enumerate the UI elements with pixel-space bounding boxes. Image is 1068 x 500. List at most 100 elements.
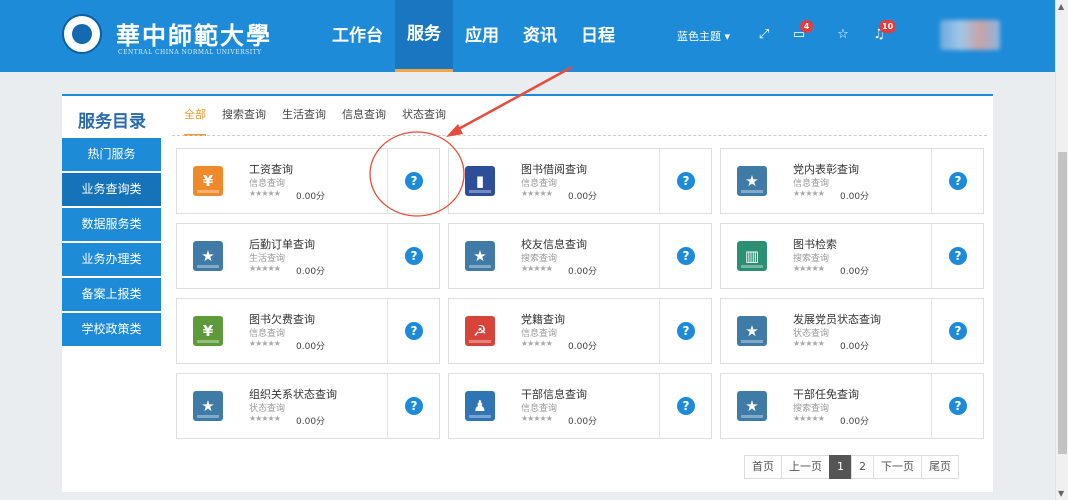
rating-score: 0.00分 bbox=[840, 192, 870, 202]
service-name[interactable]: 干部信息查询 bbox=[521, 386, 587, 402]
tab-all[interactable]: 全部 bbox=[184, 96, 206, 136]
help-icon[interactable]: ? bbox=[949, 172, 967, 190]
sidebar-item-school-policy[interactable]: 学校政策类 bbox=[62, 313, 161, 346]
last-page-button[interactable]: 尾页 bbox=[921, 455, 959, 479]
card-divider bbox=[387, 299, 388, 363]
service-name[interactable]: 发展党员状态查询 bbox=[793, 311, 881, 327]
service-card[interactable]: ★ 校友信息查询 搜索查询 ★★★★★ 0.00分? bbox=[448, 223, 712, 289]
card-divider bbox=[387, 149, 388, 213]
page-1-button[interactable]: 1 bbox=[829, 455, 852, 479]
service-name[interactable]: 党籍查询 bbox=[521, 311, 565, 327]
help-icon[interactable]: ? bbox=[405, 397, 423, 415]
sidebar-item-data-services[interactable]: 数据服务类 bbox=[62, 208, 161, 241]
party-icon: ☭ bbox=[465, 316, 495, 346]
card-divider bbox=[387, 374, 388, 438]
rating-stars-icon: ★★★★★ bbox=[521, 339, 553, 348]
help-icon[interactable]: ? bbox=[405, 322, 423, 340]
service-name[interactable]: 工资查询 bbox=[249, 161, 293, 177]
pagination: 首页 上一页 1 2 下一页 尾页 bbox=[744, 455, 959, 479]
service-name[interactable]: 图书借阅查询 bbox=[521, 161, 587, 177]
tab-status-query[interactable]: 状态查询 bbox=[402, 96, 446, 136]
top-nav: 工作台 服务 应用 资讯 日程 bbox=[320, 0, 627, 72]
service-card[interactable]: ★ 党内表彰查询 信息查询 ★★★★★ 0.00分? bbox=[720, 148, 984, 214]
sidebar-item-business-query[interactable]: 业务查询类 bbox=[62, 173, 161, 206]
page-2-button[interactable]: 2 bbox=[851, 455, 874, 479]
brand-name-cn: 華中師範大學 bbox=[116, 21, 272, 50]
help-icon[interactable]: ? bbox=[405, 172, 423, 190]
help-icon[interactable]: ? bbox=[949, 322, 967, 340]
nav-workbench[interactable]: 工作台 bbox=[320, 0, 395, 72]
service-name[interactable]: 党内表彰查询 bbox=[793, 161, 859, 177]
fullscreen-icon[interactable]: ⤢ bbox=[755, 26, 773, 44]
card-divider bbox=[931, 374, 932, 438]
service-card[interactable]: ★ 发展党员状态查询 状态查询 ★★★★★ 0.00分? bbox=[720, 298, 984, 364]
tab-info-query[interactable]: 信息查询 bbox=[342, 96, 386, 136]
next-page-button[interactable]: 下一页 bbox=[873, 455, 922, 479]
award-icon: ★ bbox=[193, 241, 223, 271]
avatar[interactable] bbox=[940, 20, 1000, 50]
award-icon: ★ bbox=[193, 391, 223, 421]
tabs-divider bbox=[172, 135, 987, 136]
scroll-down-icon[interactable]: ▼ bbox=[1058, 489, 1064, 498]
service-card[interactable]: ▥ 图书检索 搜索查询 ★★★★★ 0.00分? bbox=[720, 223, 984, 289]
rating-score: 0.00分 bbox=[568, 417, 598, 427]
nav-services[interactable]: 服务 bbox=[395, 0, 453, 72]
scroll-up-icon[interactable]: ▲ bbox=[1058, 2, 1064, 11]
service-category: 状态查询 bbox=[793, 329, 830, 339]
prev-page-button[interactable]: 上一页 bbox=[781, 455, 830, 479]
open-book-icon: ▥ bbox=[737, 241, 767, 271]
service-name[interactable]: 校友信息查询 bbox=[521, 236, 587, 252]
tab-life-query[interactable]: 生活查询 bbox=[282, 96, 326, 136]
sidebar-item-filing-report[interactable]: 备案上报类 bbox=[62, 278, 161, 311]
service-card[interactable]: ★ 后勤订单查询 生活查询 ★★★★★ 0.00分? bbox=[176, 223, 440, 289]
tab-search-query[interactable]: 搜索查询 bbox=[222, 96, 266, 136]
service-card[interactable]: ♟ 干部信息查询 信息查询 ★★★★★ 0.00分? bbox=[448, 373, 712, 439]
university-logo-icon[interactable] bbox=[62, 14, 102, 54]
service-name[interactable]: 图书欠费查询 bbox=[249, 311, 315, 327]
theme-dropdown[interactable]: 蓝色主题 ▾ bbox=[677, 28, 730, 44]
help-icon[interactable]: ? bbox=[677, 172, 695, 190]
first-page-button[interactable]: 首页 bbox=[744, 455, 782, 479]
card-divider bbox=[931, 299, 932, 363]
help-icon[interactable]: ? bbox=[949, 397, 967, 415]
sidebar-item-hot-services[interactable]: 热门服务 bbox=[62, 138, 161, 171]
service-category: 搜索查询 bbox=[793, 404, 830, 414]
nav-schedule[interactable]: 日程 bbox=[569, 0, 627, 72]
rating-score: 0.00分 bbox=[296, 267, 326, 277]
rating-stars-icon: ★★★★★ bbox=[249, 339, 281, 348]
service-category: 信息查询 bbox=[521, 179, 558, 189]
service-name[interactable]: 干部任免查询 bbox=[793, 386, 859, 402]
service-card[interactable]: ★ 干部任免查询 搜索查询 ★★★★★ 0.00分? bbox=[720, 373, 984, 439]
help-icon[interactable]: ? bbox=[677, 247, 695, 265]
star-icon[interactable]: ☆ bbox=[834, 26, 852, 44]
card-divider bbox=[659, 224, 660, 288]
scroll-thumb[interactable] bbox=[1058, 152, 1067, 454]
card-divider bbox=[387, 224, 388, 288]
service-card[interactable]: ¥ 图书欠费查询 信息查询 ★★★★★ 0.00分? bbox=[176, 298, 440, 364]
service-name[interactable]: 组织关系状态查询 bbox=[249, 386, 337, 402]
service-card[interactable]: ¥ 工资查询 信息查询 ★★★★★ 0.00分? bbox=[176, 148, 440, 214]
award-icon: ★ bbox=[465, 241, 495, 271]
help-icon[interactable]: ? bbox=[949, 247, 967, 265]
rating-score: 0.00分 bbox=[568, 267, 598, 277]
service-category: 生活查询 bbox=[249, 254, 286, 264]
service-name[interactable]: 图书检索 bbox=[793, 236, 837, 252]
service-category: 状态查询 bbox=[249, 404, 286, 414]
sidebar-item-business-handling[interactable]: 业务办理类 bbox=[62, 243, 161, 276]
card-divider bbox=[931, 149, 932, 213]
rating-score: 0.00分 bbox=[296, 417, 326, 427]
nav-apps[interactable]: 应用 bbox=[453, 0, 511, 72]
page-scrollbar[interactable]: ▲ ▼ bbox=[1055, 0, 1068, 500]
help-icon[interactable]: ? bbox=[405, 247, 423, 265]
help-icon[interactable]: ? bbox=[677, 322, 695, 340]
service-card[interactable]: ★ 组织关系状态查询 状态查询 ★★★★★ 0.00分? bbox=[176, 373, 440, 439]
service-name[interactable]: 后勤订单查询 bbox=[249, 236, 315, 252]
card-divider bbox=[659, 299, 660, 363]
service-card[interactable]: ▮ 图书借阅查询 信息查询 ★★★★★ 0.00分? bbox=[448, 148, 712, 214]
nav-news[interactable]: 资讯 bbox=[511, 0, 569, 72]
help-icon[interactable]: ? bbox=[677, 397, 695, 415]
service-card[interactable]: ☭ 党籍查询 信息查询 ★★★★★ 0.00分? bbox=[448, 298, 712, 364]
service-category: 信息查询 bbox=[249, 179, 286, 189]
rating-score: 0.00分 bbox=[568, 192, 598, 202]
card-divider bbox=[931, 224, 932, 288]
